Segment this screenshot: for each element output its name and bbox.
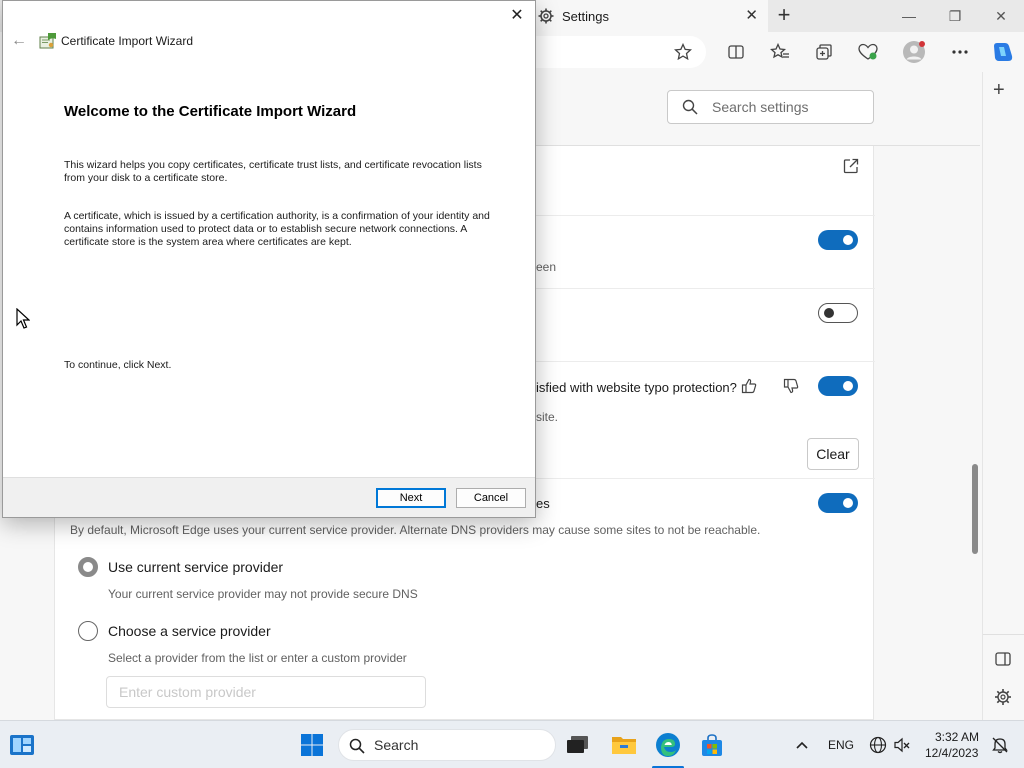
microsoft-store-icon[interactable]	[696, 729, 728, 761]
cancel-button[interactable]: Cancel	[456, 488, 526, 508]
settings-scrollbar-thumb[interactable]	[972, 464, 978, 554]
option-choose-label: Choose a service provider	[108, 623, 271, 639]
tab-close-icon[interactable]: ✕	[745, 8, 758, 24]
clock-date[interactable]: 12/4/2023	[925, 746, 978, 760]
toggle-switch-typo-protection[interactable]	[818, 376, 858, 396]
option-current-label: Use current service provider	[108, 559, 284, 575]
wizard-intro-paragraph: This wizard helps you copy certificates,…	[64, 159, 482, 184]
copilot-icon[interactable]	[990, 40, 1014, 64]
file-explorer-icon[interactable]	[608, 729, 640, 761]
start-button-icon[interactable]	[296, 729, 328, 761]
show-hidden-icons-chevron-icon[interactable]	[786, 729, 818, 761]
clock-time[interactable]: 3:32 AM	[935, 730, 979, 744]
wizard-certificate-paragraph: A certificate, which is issued by a cert…	[64, 210, 490, 248]
profile-avatar[interactable]	[902, 40, 926, 64]
more-options-icon[interactable]	[948, 40, 972, 64]
taskbar-search-icon	[349, 738, 365, 754]
wizard-heading: Welcome to the Certificate Import Wizard	[64, 103, 357, 120]
hide-sidebar-icon[interactable]	[994, 650, 1012, 671]
setting-description-fragment: een	[536, 260, 557, 274]
thumbs-up-icon[interactable]	[741, 378, 757, 397]
widgets-icon[interactable]	[6, 729, 38, 761]
minimize-button[interactable]: —	[894, 4, 924, 28]
browser-essentials-icon[interactable]	[856, 40, 880, 64]
certificate-icon	[39, 33, 56, 49]
task-view-icon[interactable]	[562, 729, 594, 761]
edge-browser-icon[interactable]	[652, 729, 684, 761]
close-window-button[interactable]: ✕	[986, 4, 1016, 28]
taskbar: Search ENG 3:32 AM 12/4/2023	[0, 720, 1024, 768]
wizard-title: Certificate Import Wizard	[61, 34, 194, 48]
volume-muted-icon[interactable]	[886, 729, 918, 761]
toggle-switch-1[interactable]	[818, 230, 858, 250]
clear-button[interactable]: Clear	[807, 438, 859, 470]
typo-feedback-question: isfied with website typo protection?	[536, 380, 737, 395]
wizard-continue-text: To continue, click Next.	[64, 359, 172, 371]
secure-dns-title-fragment: es	[536, 496, 550, 511]
gear-icon	[538, 8, 554, 24]
side-panel-divider	[983, 634, 1024, 635]
search-settings-input[interactable]	[712, 97, 862, 117]
option-choose-description: Select a provider from the list or enter…	[108, 651, 407, 665]
favorite-star-icon[interactable]	[671, 40, 695, 64]
wizard-footer: Next Cancel	[3, 477, 535, 517]
taskbar-search-label: Search	[374, 737, 419, 753]
add-side-app-icon[interactable]: +	[993, 80, 1005, 100]
radio-choose-provider[interactable]	[78, 621, 98, 641]
split-screen-icon[interactable]	[724, 40, 748, 64]
option-current-description: Your current service provider may not pr…	[108, 587, 418, 601]
wizard-close-button[interactable]: ✕	[505, 5, 529, 27]
toggle-switch-secure-dns[interactable]	[818, 493, 858, 513]
next-button[interactable]: Next	[376, 488, 446, 508]
sidebar-settings-gear-icon[interactable]	[994, 688, 1012, 709]
notification-bell-icon[interactable]	[984, 729, 1016, 761]
toggle-switch-2[interactable]	[818, 303, 858, 323]
new-tab-button[interactable]: +	[772, 4, 796, 28]
collections-icon[interactable]	[812, 40, 836, 64]
custom-provider-input[interactable]	[106, 676, 426, 708]
certificate-import-wizard-dialog: ✕ ← Certificate Import Wizard Welcome to…	[2, 0, 536, 518]
back-arrow-icon[interactable]: ←	[9, 31, 29, 51]
settings-search-box[interactable]	[667, 90, 874, 124]
tab-title: Settings	[562, 8, 609, 24]
favorites-icon[interactable]	[768, 40, 792, 64]
radio-use-current-provider[interactable]	[78, 557, 98, 577]
taskbar-search-box[interactable]: Search	[338, 729, 556, 761]
language-indicator[interactable]: ENG	[828, 738, 854, 752]
setting-description-fragment: site.	[536, 410, 559, 424]
search-icon	[682, 99, 698, 115]
thumbs-down-icon[interactable]	[783, 378, 799, 397]
side-panel: +	[982, 72, 1024, 720]
tab-settings[interactable]: Settings ✕	[528, 0, 768, 32]
dns-description: By default, Microsoft Edge uses your cur…	[70, 523, 761, 537]
mouse-cursor-icon	[16, 308, 30, 329]
restore-button[interactable]: ❐	[940, 4, 970, 28]
external-link-icon[interactable]	[843, 158, 859, 177]
